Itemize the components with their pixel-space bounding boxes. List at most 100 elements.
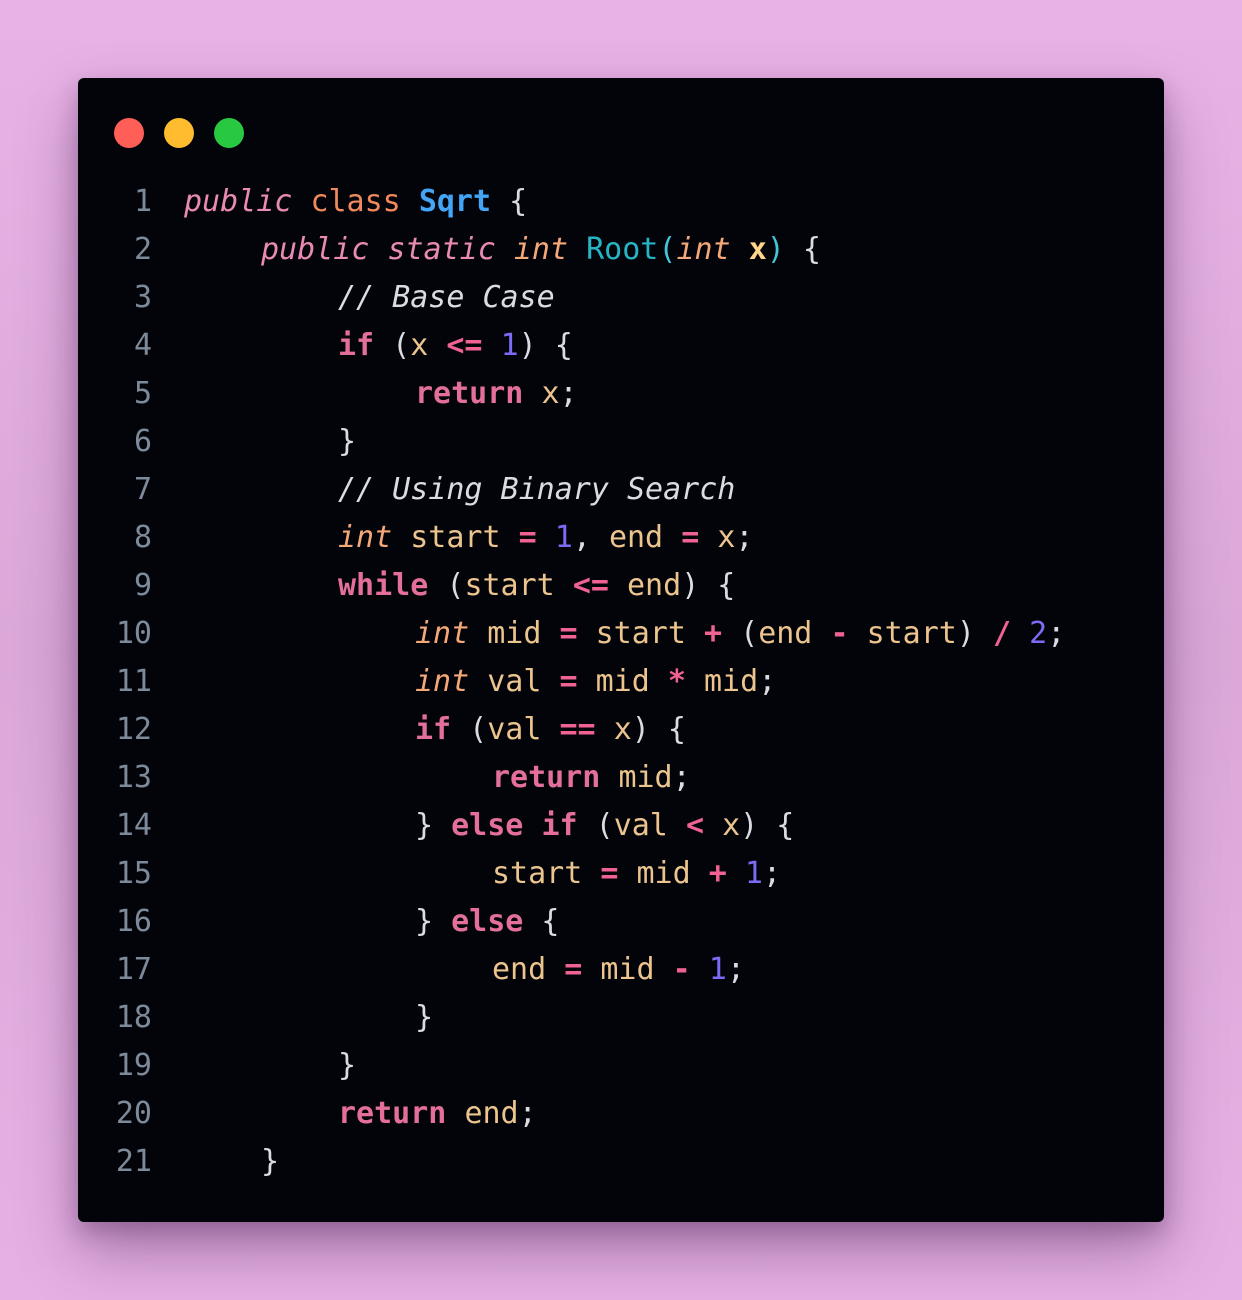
line-number: 21 xyxy=(115,1144,152,1179)
code-token: <= xyxy=(572,568,609,603)
code-token: mid xyxy=(618,760,673,795)
code-window: 1 public class Sqrt { 2 public static int R… xyxy=(78,78,1164,1222)
line-number: 14 xyxy=(115,808,152,843)
line-number: 6 xyxy=(133,424,152,459)
code-token: } xyxy=(261,1144,280,1179)
code-line: 20 return end; xyxy=(78,1090,1164,1138)
code-token: val xyxy=(613,808,668,843)
code-line: 17 end = mid - 1; xyxy=(78,946,1164,994)
code-text: end = mid - 1; xyxy=(492,946,745,994)
line-number: 2 xyxy=(133,232,152,267)
code-token: start xyxy=(464,568,555,603)
code-token: / xyxy=(993,616,1012,651)
line-number: 17 xyxy=(115,952,152,987)
code-token: ) { xyxy=(740,808,795,843)
code-token: x xyxy=(748,232,767,267)
code-token: start xyxy=(866,616,957,651)
code-token: while xyxy=(338,568,429,603)
code-text: int mid = start + (end - start) / 2; xyxy=(415,610,1065,658)
code-token: ; xyxy=(672,760,691,795)
code-text: } else { xyxy=(415,898,560,946)
code-text: // Base Case xyxy=(338,274,555,322)
code-token: return xyxy=(415,376,524,411)
code-token: 1 xyxy=(708,952,727,987)
line-number: 7 xyxy=(133,472,152,507)
code-token: } xyxy=(338,424,357,459)
code-token: - xyxy=(672,952,691,987)
code-token: start xyxy=(410,520,501,555)
code-token: end xyxy=(464,1096,519,1131)
code-token: return xyxy=(492,760,601,795)
code-token: else xyxy=(451,904,524,939)
code-token: int xyxy=(513,232,569,267)
code-line: 11 int val = mid * mid; xyxy=(78,658,1164,706)
code-token: < xyxy=(685,808,704,843)
code-token: ; xyxy=(762,856,781,891)
code-token: return xyxy=(338,1096,447,1131)
code-token: end xyxy=(608,520,664,555)
code-line: 18} xyxy=(78,994,1164,1042)
code-token: end xyxy=(492,952,547,987)
code-line: 15 start = mid + 1; xyxy=(78,850,1164,898)
line-number: 9 xyxy=(133,568,152,603)
code-token: mid xyxy=(636,856,691,891)
code-token: class xyxy=(310,184,401,219)
code-line: 2 public static int Root(int x) { xyxy=(78,226,1164,274)
code-text: return x; xyxy=(415,370,578,418)
code-text: } xyxy=(338,1042,356,1090)
code-line: 13 return mid; xyxy=(78,754,1164,802)
code-token: int xyxy=(676,232,731,267)
code-token: ) xyxy=(766,232,785,267)
code-token: ( xyxy=(577,808,614,843)
code-token: = xyxy=(564,952,583,987)
minimize-button[interactable] xyxy=(164,118,194,148)
code-token: ) { xyxy=(681,568,736,603)
line-number: 20 xyxy=(115,1096,152,1131)
line-number: 8 xyxy=(133,520,152,555)
code-text: return end; xyxy=(338,1090,537,1138)
code-token: x xyxy=(722,808,741,843)
line-number: 5 xyxy=(133,376,152,411)
code-token: ; xyxy=(726,952,745,987)
code-text: public static int Root(int x) { xyxy=(261,226,821,274)
line-number: 13 xyxy=(115,760,152,795)
code-token: } xyxy=(415,808,452,843)
code-token: public xyxy=(261,232,370,267)
code-token: } xyxy=(338,1048,357,1083)
maximize-button[interactable] xyxy=(214,118,244,148)
code-token: // Base Case xyxy=(338,280,555,315)
code-line: 16} else { xyxy=(78,898,1164,946)
code-line: 8 int start = 1, end = x; xyxy=(78,514,1164,562)
code-text: int start = 1, end = x; xyxy=(338,514,753,562)
code-text: } xyxy=(261,1138,279,1186)
code-text: return mid; xyxy=(492,754,691,802)
code-text: public class Sqrt { xyxy=(184,178,527,226)
code-token: = xyxy=(600,856,619,891)
code-token: val xyxy=(487,712,542,747)
line-number: 10 xyxy=(115,616,152,651)
code-token: ; xyxy=(758,664,777,699)
code-token: = xyxy=(559,664,578,699)
code-token: 1 xyxy=(500,328,519,363)
close-button[interactable] xyxy=(114,118,144,148)
code-token: = xyxy=(559,616,578,651)
code-token: start xyxy=(595,616,686,651)
